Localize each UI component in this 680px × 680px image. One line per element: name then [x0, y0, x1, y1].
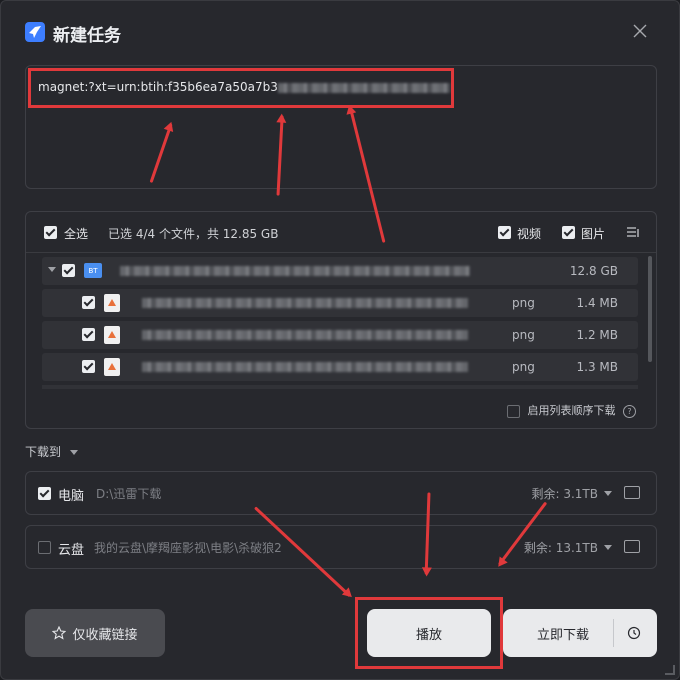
dialog-title: 新建任务: [53, 26, 121, 46]
cloud-checkbox[interactable]: [38, 541, 51, 554]
file-name: [142, 298, 468, 308]
folder-browse-icon[interactable]: [624, 486, 640, 499]
destination-cloud[interactable]: 云盘 我的云盘\摩羯座影视\电影\杀破狼2 剩余: 13.1TB: [25, 525, 657, 569]
select-all-checkbox[interactable]: [44, 226, 57, 239]
ordered-download-checkbox[interactable]: [507, 404, 520, 418]
folder-row[interactable]: BT 12.8 GB: [42, 257, 638, 285]
file-checkbox[interactable]: [82, 360, 95, 373]
schedule-clock-icon[interactable]: [627, 626, 641, 640]
file-row[interactable]: png 1.3 MB: [42, 353, 638, 381]
star-icon: [52, 626, 67, 640]
title-bar: 新建任务: [1, 1, 679, 65]
destination-name: 电脑: [58, 489, 85, 504]
play-label: 播放: [415, 627, 442, 643]
bookmark-link-button[interactable]: 仅收藏链接: [25, 609, 165, 657]
remaining-space: 剩余: 13.1TB: [523, 541, 598, 555]
file-list-scrollbar[interactable]: [648, 256, 652, 362]
video-filter-checkbox[interactable]: [498, 226, 511, 239]
list-view-icon[interactable]: [626, 225, 640, 242]
ordered-download-label: 启用列表顺序下载: [527, 404, 616, 417]
file-size: 1.4 MB: [576, 296, 618, 310]
file-checkbox[interactable]: [82, 328, 95, 341]
file-checkbox[interactable]: [82, 296, 95, 309]
save-to-dropdown[interactable]: 下载到: [25, 443, 78, 460]
selection-summary: 已选 4/4 个文件，共 12.85 GB: [108, 227, 279, 241]
expand-chevron-icon[interactable]: [48, 267, 56, 272]
folder-checkbox[interactable]: [62, 264, 75, 277]
download-now-button[interactable]: 立即下载: [503, 609, 657, 657]
bookmark-label: 仅收藏链接: [72, 627, 138, 643]
divider: [613, 619, 614, 647]
file-name: [142, 362, 468, 372]
magnet-url-input[interactable]: magnet:?xt=urn:btih:f35b6ea7a50a7b3: [25, 65, 657, 189]
chevron-down-icon: [69, 450, 78, 455]
magnet-link-text: magnet:?xt=urn:btih:f35b6ea7a50a7b3: [38, 80, 450, 94]
save-to-label: 下载到: [25, 445, 62, 459]
close-icon[interactable]: [633, 23, 651, 41]
image-file-icon: [104, 294, 120, 312]
resize-grip-icon[interactable]: [665, 665, 675, 675]
image-file-icon: [104, 358, 120, 376]
bt-badge: BT: [88, 266, 98, 275]
destination-path: 我的云盘\摩羯座影视\电影\杀破狼2: [94, 541, 282, 555]
image-filter-checkbox[interactable]: [562, 226, 575, 239]
file-list-header: 全选 已选 4/4 个文件，共 12.85 GB 视频 图片: [26, 212, 656, 253]
file-row[interactable]: png 1.4 MB: [42, 289, 638, 317]
file-list-panel: 全选 已选 4/4 个文件，共 12.85 GB 视频 图片 BT 12.8 G…: [25, 211, 657, 429]
download-label: 立即下载: [537, 627, 590, 643]
help-icon[interactable]: ?: [623, 405, 636, 418]
folder-name: [120, 266, 470, 276]
ordered-download-option[interactable]: 启用列表顺序下载 ?: [507, 402, 636, 418]
remaining-space: 剩余: 3.1TB: [531, 487, 598, 501]
file-size: 1.2 MB: [576, 328, 618, 342]
chevron-down-icon[interactable]: [604, 491, 612, 496]
thunder-bird-icon: [25, 22, 45, 42]
image-file-icon: [104, 326, 120, 344]
destination-name: 云盘: [58, 543, 85, 558]
destination-local[interactable]: 电脑 D:\迅雷下载 剩余: 3.1TB: [25, 471, 657, 515]
folder-icon: BT: [84, 263, 102, 278]
redacted-hash: [277, 82, 450, 93]
local-checkbox[interactable]: [38, 487, 51, 500]
play-button[interactable]: 播放: [367, 609, 491, 657]
file-size: 1.3 MB: [576, 360, 618, 374]
file-extension: png: [512, 296, 535, 310]
chevron-down-icon[interactable]: [604, 545, 612, 550]
magnet-link-value: magnet:?xt=urn:btih:f35b6ea7a50a7b3: [38, 80, 278, 94]
folder-browse-icon[interactable]: [624, 540, 640, 553]
partial-row: [42, 385, 638, 389]
file-name: [142, 330, 468, 340]
file-extension: png: [512, 360, 535, 374]
select-all-label[interactable]: 全选: [64, 225, 88, 242]
file-row[interactable]: png 1.2 MB: [42, 321, 638, 349]
image-filter-label[interactable]: 图片: [581, 225, 605, 242]
new-task-dialog: 新建任务 magnet:?xt=urn:btih:f35b6ea7a50a7b3…: [0, 0, 680, 680]
video-filter-label[interactable]: 视频: [517, 225, 541, 242]
file-extension: png: [512, 328, 535, 342]
folder-size: 12.8 GB: [569, 264, 618, 278]
destination-path: D:\迅雷下载: [96, 487, 162, 501]
